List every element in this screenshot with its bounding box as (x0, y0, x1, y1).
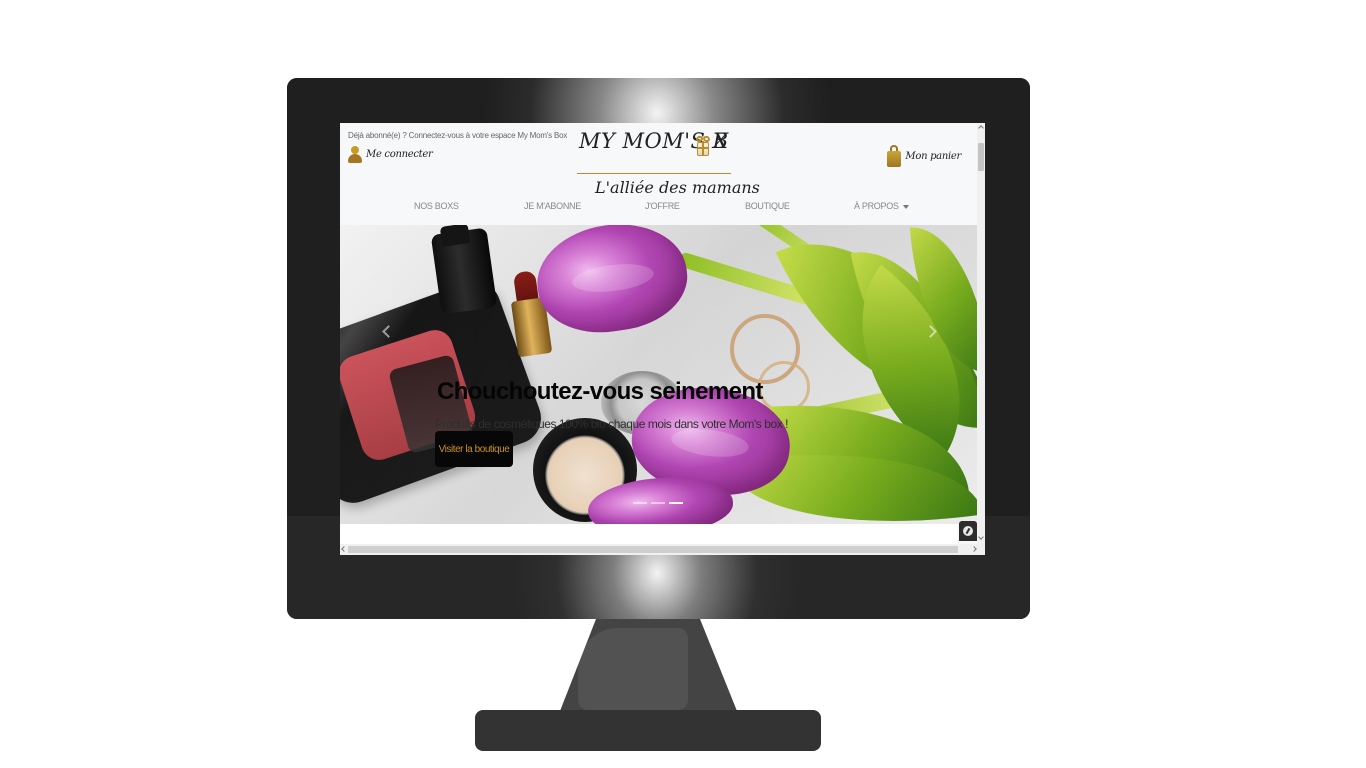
logo-tagline: L'alliée des mamans (595, 178, 760, 197)
caret-down-icon (902, 204, 909, 209)
gift-icon (695, 134, 711, 158)
carousel-indicator-3[interactable] (669, 502, 683, 504)
carousel-indicators (633, 502, 683, 504)
scroll-arrow-down-icon[interactable] (978, 534, 984, 540)
visit-shop-button[interactable]: Visiter la boutique (435, 431, 513, 467)
hero-carousel: Chouchoutez-vous seinement Produits de c… (340, 225, 977, 524)
top-notice: Déjà abonné(e) ? Connectez-vous à votre … (348, 131, 568, 140)
main-navigation: NOS BOXS JE M'ABONNE J'OFFRE BOUTIQUE À … (340, 201, 977, 215)
monitor-stand-base (475, 710, 821, 751)
nav-item-nos-boxs[interactable]: NOS BOXS (414, 201, 459, 211)
scroll-arrow-left-icon[interactable] (341, 546, 347, 552)
hero-overlay (340, 225, 977, 524)
logo-wordmark-right: X (713, 129, 728, 153)
carousel-indicator-1[interactable] (633, 502, 647, 504)
scroll-arrow-up-icon[interactable] (978, 125, 984, 131)
shopping-bag-icon (887, 145, 902, 167)
horizontal-scroll-thumb[interactable] (348, 546, 958, 553)
vertical-scroll-thumb[interactable] (978, 143, 984, 171)
login-label: Me connecter (366, 148, 433, 160)
gift-ribbon-horizontal-icon (697, 147, 709, 149)
vertical-scrollbar[interactable] (977, 123, 985, 544)
nav-item-a-propos-label: À PROPOS (854, 201, 899, 211)
carousel-indicator-2[interactable] (651, 502, 665, 504)
hero-subtitle: Produits de cosmétiques 100% bio chaque … (435, 417, 789, 431)
nav-item-a-propos[interactable]: À PROPOS (854, 201, 909, 211)
nav-item-j-offre[interactable]: J'OFFRE (645, 201, 680, 211)
hero-title: Chouchoutez-vous seinement (437, 378, 763, 406)
user-icon (348, 145, 362, 163)
chat-icon (963, 526, 973, 536)
monitor-stand-shine (578, 628, 688, 710)
page-content-strip (340, 524, 957, 544)
browser-screen: Déjà abonné(e) ? Connectez-vous à votre … (340, 123, 985, 555)
shopping-bag-body-icon (887, 151, 902, 167)
chevron-left-icon[interactable] (381, 324, 393, 338)
cart-label: Mon panier (905, 150, 961, 162)
login-link[interactable]: Me connecter (348, 145, 433, 163)
horizontal-scrollbar[interactable] (340, 544, 985, 555)
monitor-mockup: Déjà abonné(e) ? Connectez-vous à votre … (0, 0, 1366, 768)
logo-divider (577, 173, 731, 174)
chevron-right-icon[interactable] (925, 324, 937, 338)
site-logo[interactable]: MY MOM'S B X L'alliée des mamans (577, 126, 760, 199)
cart-link[interactable]: Mon panier (887, 145, 961, 167)
nav-item-boutique[interactable]: BOUTIQUE (745, 201, 790, 211)
nav-item-je-m-abonne[interactable]: JE M'ABONNE (524, 201, 581, 211)
scroll-arrow-right-icon[interactable] (971, 546, 977, 552)
site-header: Déjà abonné(e) ? Connectez-vous à votre … (340, 123, 977, 225)
chat-button[interactable] (959, 521, 977, 541)
